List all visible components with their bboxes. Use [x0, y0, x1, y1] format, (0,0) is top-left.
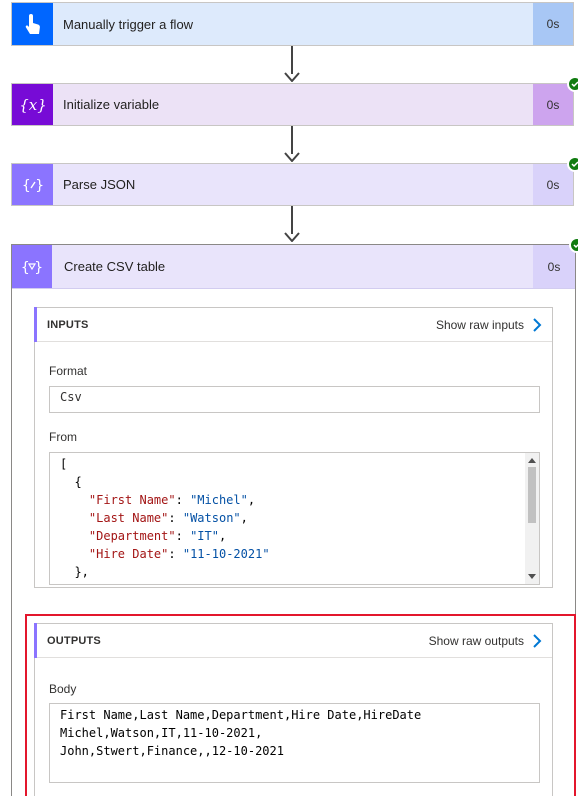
connector-line	[291, 126, 293, 154]
step-title: Manually trigger a flow	[63, 16, 194, 32]
format-value: Csv	[60, 390, 82, 404]
step-duration: 0s	[533, 245, 575, 288]
arrow-down-icon	[284, 232, 300, 242]
step-initialize-variable[interactable]: {x} Initialize variable 0s	[11, 76, 578, 126]
code-line: "Hire Date": "11-10-2021"	[88, 547, 270, 561]
outputs-highlight-box	[25, 614, 576, 796]
code-line: "Last Name": "Watson",	[88, 511, 248, 525]
inputs-panel: INPUTS Show raw inputs Format Csv From […	[34, 307, 553, 588]
scroll-down-icon[interactable]	[528, 574, 536, 579]
success-check-icon	[567, 156, 578, 172]
json-key: "First Name"	[88, 493, 176, 507]
inputs-header: INPUTS Show raw inputs	[34, 307, 552, 342]
vertical-scrollbar[interactable]	[525, 453, 539, 584]
step-title: Create CSV table	[64, 259, 166, 274]
step-duration: 0s	[533, 84, 573, 125]
json-value: "IT"	[190, 529, 219, 543]
inputs-title: INPUTS	[47, 318, 89, 331]
step-parse-json[interactable]: { } Parse JSON 0s	[11, 156, 578, 206]
from-label: From	[49, 430, 77, 444]
from-json: [ { "First Name": "Michel", "Last Name":…	[50, 453, 539, 584]
step-duration: 0s	[533, 164, 573, 205]
scroll-thumb[interactable]	[528, 467, 536, 523]
code-line: [	[60, 457, 68, 471]
touch-icon	[12, 3, 53, 45]
json-key: "Department"	[88, 529, 176, 543]
success-check-icon	[567, 76, 578, 92]
arrow-down-icon	[284, 72, 300, 82]
success-check-icon	[569, 237, 578, 253]
code-line: "Department": "IT",	[88, 529, 227, 543]
format-field[interactable]: Csv	[49, 386, 540, 413]
from-code-box[interactable]: [ { "First Name": "Michel", "Last Name":…	[49, 452, 540, 585]
arrow-down-icon	[284, 152, 300, 162]
show-raw-inputs-label: Show raw inputs	[435, 317, 524, 332]
step-manually-trigger[interactable]: Manually trigger a flow 0s	[11, 2, 574, 46]
connector-line	[291, 46, 293, 74]
code-line: "First Name": "Michel",	[88, 493, 256, 507]
svg-text:{x}: {x}	[20, 96, 46, 114]
table-icon: { }	[12, 245, 52, 288]
chevron-right-icon	[533, 317, 542, 332]
scroll-up-icon[interactable]	[528, 458, 536, 463]
step-duration: 0s	[533, 3, 573, 45]
json-value: "Watson"	[182, 511, 241, 525]
json-value: "11-10-2021"	[182, 547, 270, 561]
json-value: "Michel"	[190, 493, 248, 507]
connector-line	[291, 206, 293, 234]
json-key: "Hire Date"	[88, 547, 169, 561]
code-line: },	[60, 565, 89, 579]
step-title: Parse JSON	[63, 177, 136, 192]
variable-icon: {x}	[12, 84, 53, 125]
json-icon: { }	[12, 164, 53, 205]
json-key: "Last Name"	[88, 511, 169, 525]
step-header[interactable]: { } Create CSV table 0s	[12, 237, 578, 289]
code-line: {	[60, 581, 539, 584]
format-label: Format	[49, 364, 88, 378]
show-raw-inputs-link[interactable]: Show raw inputs	[436, 318, 552, 332]
step-title: Initialize variable	[63, 97, 160, 112]
code-line: {	[60, 475, 82, 489]
